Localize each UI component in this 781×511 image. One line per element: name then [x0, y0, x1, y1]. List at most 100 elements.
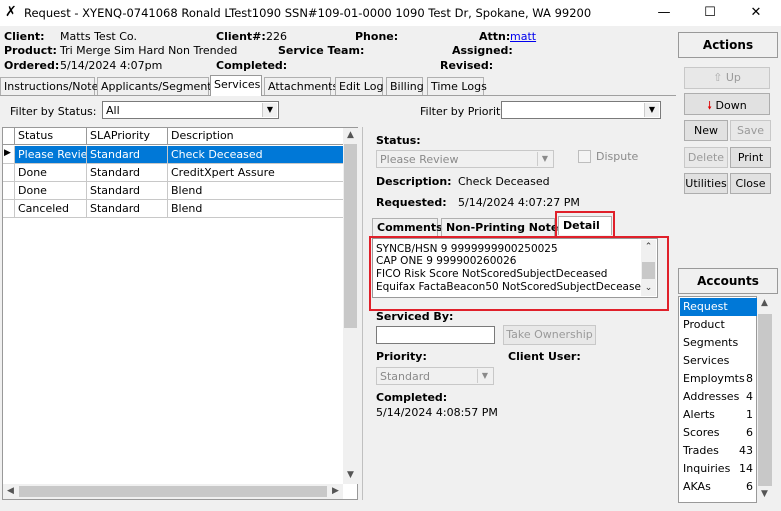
table-row[interactable]: Done Standard Blend	[3, 182, 344, 200]
save-button[interactable]: Save	[730, 120, 771, 141]
client-label: Client:	[4, 30, 45, 43]
account-label: Trades	[683, 444, 719, 457]
cell-status: Please Review	[15, 146, 87, 164]
take-ownership-button[interactable]: Take Ownership	[503, 325, 596, 345]
tab-instructions-notes[interactable]: Instructions/Notes	[0, 77, 104, 95]
list-item-services[interactable]: Services	[680, 352, 757, 370]
new-button[interactable]: New	[684, 120, 728, 141]
services-grid: Status SLAPriority Description ▶ Please …	[2, 127, 358, 500]
maximize-button[interactable]: ☐	[687, 0, 733, 26]
cell-priority: Standard	[87, 146, 168, 164]
list-item-akas[interactable]: AKAs 6	[680, 478, 757, 496]
subtab-non-printing-notes[interactable]: Non-Printing Notes	[441, 218, 565, 237]
cell-priority: Standard	[87, 182, 168, 200]
status-select[interactable]: Please Review ▼	[376, 150, 554, 168]
close-window-button[interactable]: ✕	[733, 0, 779, 26]
description-label: Description:	[376, 175, 452, 188]
column-header-status[interactable]: Status	[15, 128, 87, 145]
filter-priority-select[interactable]: ▼	[501, 101, 661, 119]
tab-billing[interactable]: Billing	[386, 77, 424, 95]
tab-services[interactable]: Services	[210, 75, 262, 96]
account-count: 14	[739, 462, 753, 475]
print-button[interactable]: Print	[730, 147, 771, 168]
dispute-checkbox[interactable]	[578, 150, 591, 163]
scroll-up-icon[interactable]: ▲	[757, 296, 772, 311]
tab-attachments[interactable]: Attachments	[264, 77, 338, 95]
tab-time-logs[interactable]: Time Logs	[427, 77, 487, 95]
grid-vertical-scrollbar[interactable]: ▲ ▼	[343, 128, 358, 484]
client-value: Matts Test Co.	[60, 30, 137, 43]
list-item-addresses[interactable]: Addresses 4	[680, 388, 757, 406]
accounts-scrollbar[interactable]: ▲ ▼	[757, 296, 773, 503]
chevron-down-icon: ▼	[262, 103, 277, 117]
table-row[interactable]: ▶ Please Review Standard Check Deceased	[3, 146, 344, 164]
down-button[interactable]: 🠗 Down	[684, 93, 770, 115]
revised-label: Revised:	[440, 59, 494, 72]
scroll-right-icon[interactable]: ▶	[328, 484, 343, 499]
minimize-button[interactable]: —	[641, 0, 687, 26]
up-button[interactable]: ⇧ Up	[684, 67, 770, 89]
close-button[interactable]: Close	[730, 173, 771, 194]
scroll-down-icon[interactable]: ▼	[757, 487, 772, 502]
account-count: 8	[746, 372, 753, 385]
priority-label: Priority:	[376, 350, 427, 363]
scroll-down-icon[interactable]: ▼	[343, 468, 358, 483]
scroll-left-icon[interactable]: ◀	[3, 484, 18, 499]
scroll-thumb[interactable]	[758, 314, 772, 486]
actions-header: Actions	[678, 32, 778, 58]
serviced-by-input[interactable]	[376, 326, 495, 344]
ordered-label: Ordered:	[4, 59, 60, 72]
account-label: Product	[683, 318, 725, 331]
utilities-button[interactable]: Utilities	[684, 173, 728, 194]
cell-description: CreditXpert Assure	[168, 164, 344, 182]
tab-edit-log[interactable]: Edit Log	[335, 77, 383, 95]
account-label: AKAs	[683, 480, 711, 493]
priority-select[interactable]: Standard ▼	[376, 367, 494, 385]
chevron-down-icon: ▼	[477, 369, 492, 383]
app-icon: ✗	[5, 4, 17, 20]
service-team-label: Service Team:	[278, 44, 365, 57]
row-indicator	[3, 200, 15, 218]
column-header-slapriority[interactable]: SLAPriority	[87, 128, 168, 145]
cell-status: Done	[15, 182, 87, 200]
column-header-description[interactable]: Description	[168, 128, 344, 145]
list-item-inquiries[interactable]: Inquiries 14	[680, 460, 757, 478]
cell-description: Blend	[168, 200, 344, 218]
cell-description: Check Deceased	[168, 146, 344, 164]
cell-status: Done	[15, 164, 87, 182]
client-number-label: Client#:	[216, 30, 266, 43]
list-item-scores[interactable]: Scores 6	[680, 424, 757, 442]
list-item-trades[interactable]: Trades 43	[680, 442, 757, 460]
list-item-alerts[interactable]: Alerts 1	[680, 406, 757, 424]
list-item-product[interactable]: Product	[680, 316, 757, 334]
completed-detail-label: Completed:	[376, 391, 448, 404]
chevron-down-icon: ▼	[537, 152, 552, 166]
pane-splitter[interactable]	[362, 127, 363, 500]
cell-priority: Standard	[87, 164, 168, 182]
subtab-comments[interactable]: Comments	[372, 218, 443, 237]
scroll-up-icon[interactable]: ▲	[343, 128, 358, 143]
attn-link[interactable]: matt	[510, 30, 536, 43]
filter-status-select[interactable]: All ▼	[102, 101, 279, 119]
cell-priority: Standard	[87, 200, 168, 218]
account-label: Addresses	[683, 390, 740, 403]
table-row[interactable]: Done Standard CreditXpert Assure	[3, 164, 344, 182]
scroll-thumb[interactable]	[344, 144, 357, 328]
tab-applicants-segments[interactable]: Applicants/Segments	[97, 77, 217, 95]
account-label: Inquiries	[683, 462, 731, 475]
table-row[interactable]: Canceled Standard Blend	[3, 200, 344, 218]
list-item-segments[interactable]: Segments	[680, 334, 757, 352]
list-item-employmts[interactable]: Employmts 8	[680, 370, 757, 388]
highlight-detail-box	[369, 236, 669, 311]
account-count: 43	[739, 444, 753, 457]
priority-value: Standard	[380, 370, 431, 383]
status-label: Status:	[376, 134, 421, 147]
hscroll-thumb[interactable]	[19, 486, 327, 497]
grid-horizontal-scrollbar[interactable]: ◀ ▶	[3, 484, 343, 499]
delete-button[interactable]: Delete	[684, 147, 728, 168]
status-value: Please Review	[380, 153, 459, 166]
account-label: Segments	[683, 336, 739, 349]
down-label: Down	[715, 99, 747, 112]
list-item-request[interactable]: Request	[680, 298, 757, 316]
phone-label: Phone:	[355, 30, 399, 43]
